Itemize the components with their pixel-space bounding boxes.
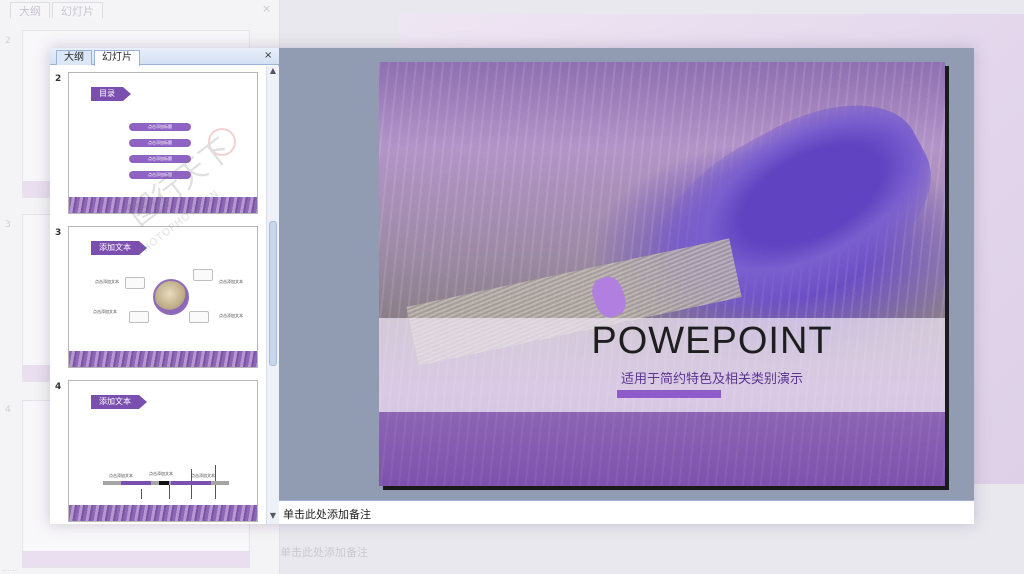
slide-subtitle[interactable]: 适用于简约特色及相关类别演示 — [499, 368, 925, 387]
thumb-item: 点击添加标题 — [129, 155, 191, 163]
thumb-arrow-icon — [125, 277, 145, 289]
ghost-tabs: 大纲 幻灯片 — [10, 2, 103, 18]
slide-number: 3 — [55, 228, 62, 238]
scroll-thumb[interactable] — [269, 221, 277, 366]
thumb-label: 点击添加文本 — [95, 279, 119, 284]
powerpoint-window: 大纲 幻灯片 × 2 目录 点击添加标题 点击添加标题 点击添加标题 点击添加标… — [50, 48, 974, 524]
slide-number: 2 — [55, 74, 62, 84]
scroll-up-icon[interactable]: ▲ — [267, 66, 279, 78]
thumb-lavender-band — [69, 197, 257, 213]
slide-number: 4 — [55, 382, 62, 392]
thumb-item: 点击添加标题 — [129, 123, 191, 131]
thumb-timeline — [103, 481, 229, 485]
scroll-down-icon[interactable]: ▼ — [267, 511, 279, 523]
thumb-label: 点击添加文本 — [93, 309, 117, 314]
thumb-label: 点击添加文本 — [149, 471, 173, 476]
thumb-flag: 目录 — [91, 87, 131, 101]
thumb-arrow-icon — [129, 311, 149, 323]
lower-band — [379, 412, 945, 486]
thumb-bar — [141, 489, 142, 499]
accent-bar — [617, 390, 721, 398]
tab-outline[interactable]: 大纲 — [56, 50, 92, 65]
slide-thumbnail[interactable]: 添加文本 点击添加文本 点击添加文本 点击添加文本 — [68, 380, 258, 522]
ghost-thumb-number: 4 — [5, 405, 11, 415]
notes-pane[interactable]: 单击此处添加备注 — [279, 500, 974, 524]
current-slide[interactable]: POWEPOINT 适用于简约特色及相关类别演示 — [379, 62, 945, 486]
slides-pane: 大纲 幻灯片 × 2 目录 点击添加标题 点击添加标题 点击添加标题 点击添加标… — [50, 48, 279, 524]
ghost-tab-outline: 大纲 — [10, 2, 50, 18]
slide-thumbnail[interactable]: 目录 点击添加标题 点击添加标题 点击添加标题 点击添加标题 — [68, 72, 258, 214]
slide-edit-area[interactable]: POWEPOINT 适用于简约特色及相关类别演示 — [279, 48, 974, 500]
thumbnail-scrollbar[interactable]: ▲ ▼ — [266, 66, 279, 524]
ghost-status: ...... — [2, 564, 18, 573]
ghost-tab-slides: 幻灯片 — [52, 2, 103, 18]
ghost-thumb-number: 3 — [5, 220, 11, 230]
notes-placeholder[interactable]: 单击此处添加备注 — [283, 506, 371, 522]
close-icon[interactable]: × — [264, 50, 272, 62]
ghost-thumb-number: 2 — [5, 36, 11, 46]
thumb-arrow-icon — [189, 311, 209, 323]
thumb-item: 点击添加标题 — [129, 139, 191, 147]
thumb-item: 点击添加标题 — [129, 171, 191, 179]
slide-title[interactable]: POWEPOINT — [479, 320, 945, 363]
ghost-close-icon: × — [262, 2, 272, 15]
thumb-flag: 添加文本 — [91, 241, 147, 255]
pane-tab-bar: 大纲 幻灯片 × — [50, 48, 279, 66]
thumbnail-list[interactable]: 2 目录 点击添加标题 点击添加标题 点击添加标题 点击添加标题 3 添加文本 … — [50, 66, 266, 524]
thumb-center-image — [153, 279, 189, 315]
thumb-label: 点击添加文本 — [219, 279, 243, 284]
thumb-label: 点击添加文本 — [219, 313, 243, 318]
slide-thumbnail[interactable]: 添加文本 点击添加文本 点击添加文本 点击添加文本 点击添加文本 — [68, 226, 258, 368]
thumb-arrow-icon — [193, 269, 213, 281]
thumb-lavender-band — [69, 505, 257, 521]
tab-slides[interactable]: 幻灯片 — [94, 50, 140, 66]
thumb-flag: 添加文本 — [91, 395, 147, 409]
thumb-lavender-band — [69, 351, 257, 367]
ghost-notes: 单击此处添加备注 — [280, 546, 368, 559]
thumb-label: 点击添加文本 — [109, 473, 133, 478]
thumb-bar — [169, 485, 170, 499]
thumb-label: 点击添加文本 — [191, 473, 215, 478]
